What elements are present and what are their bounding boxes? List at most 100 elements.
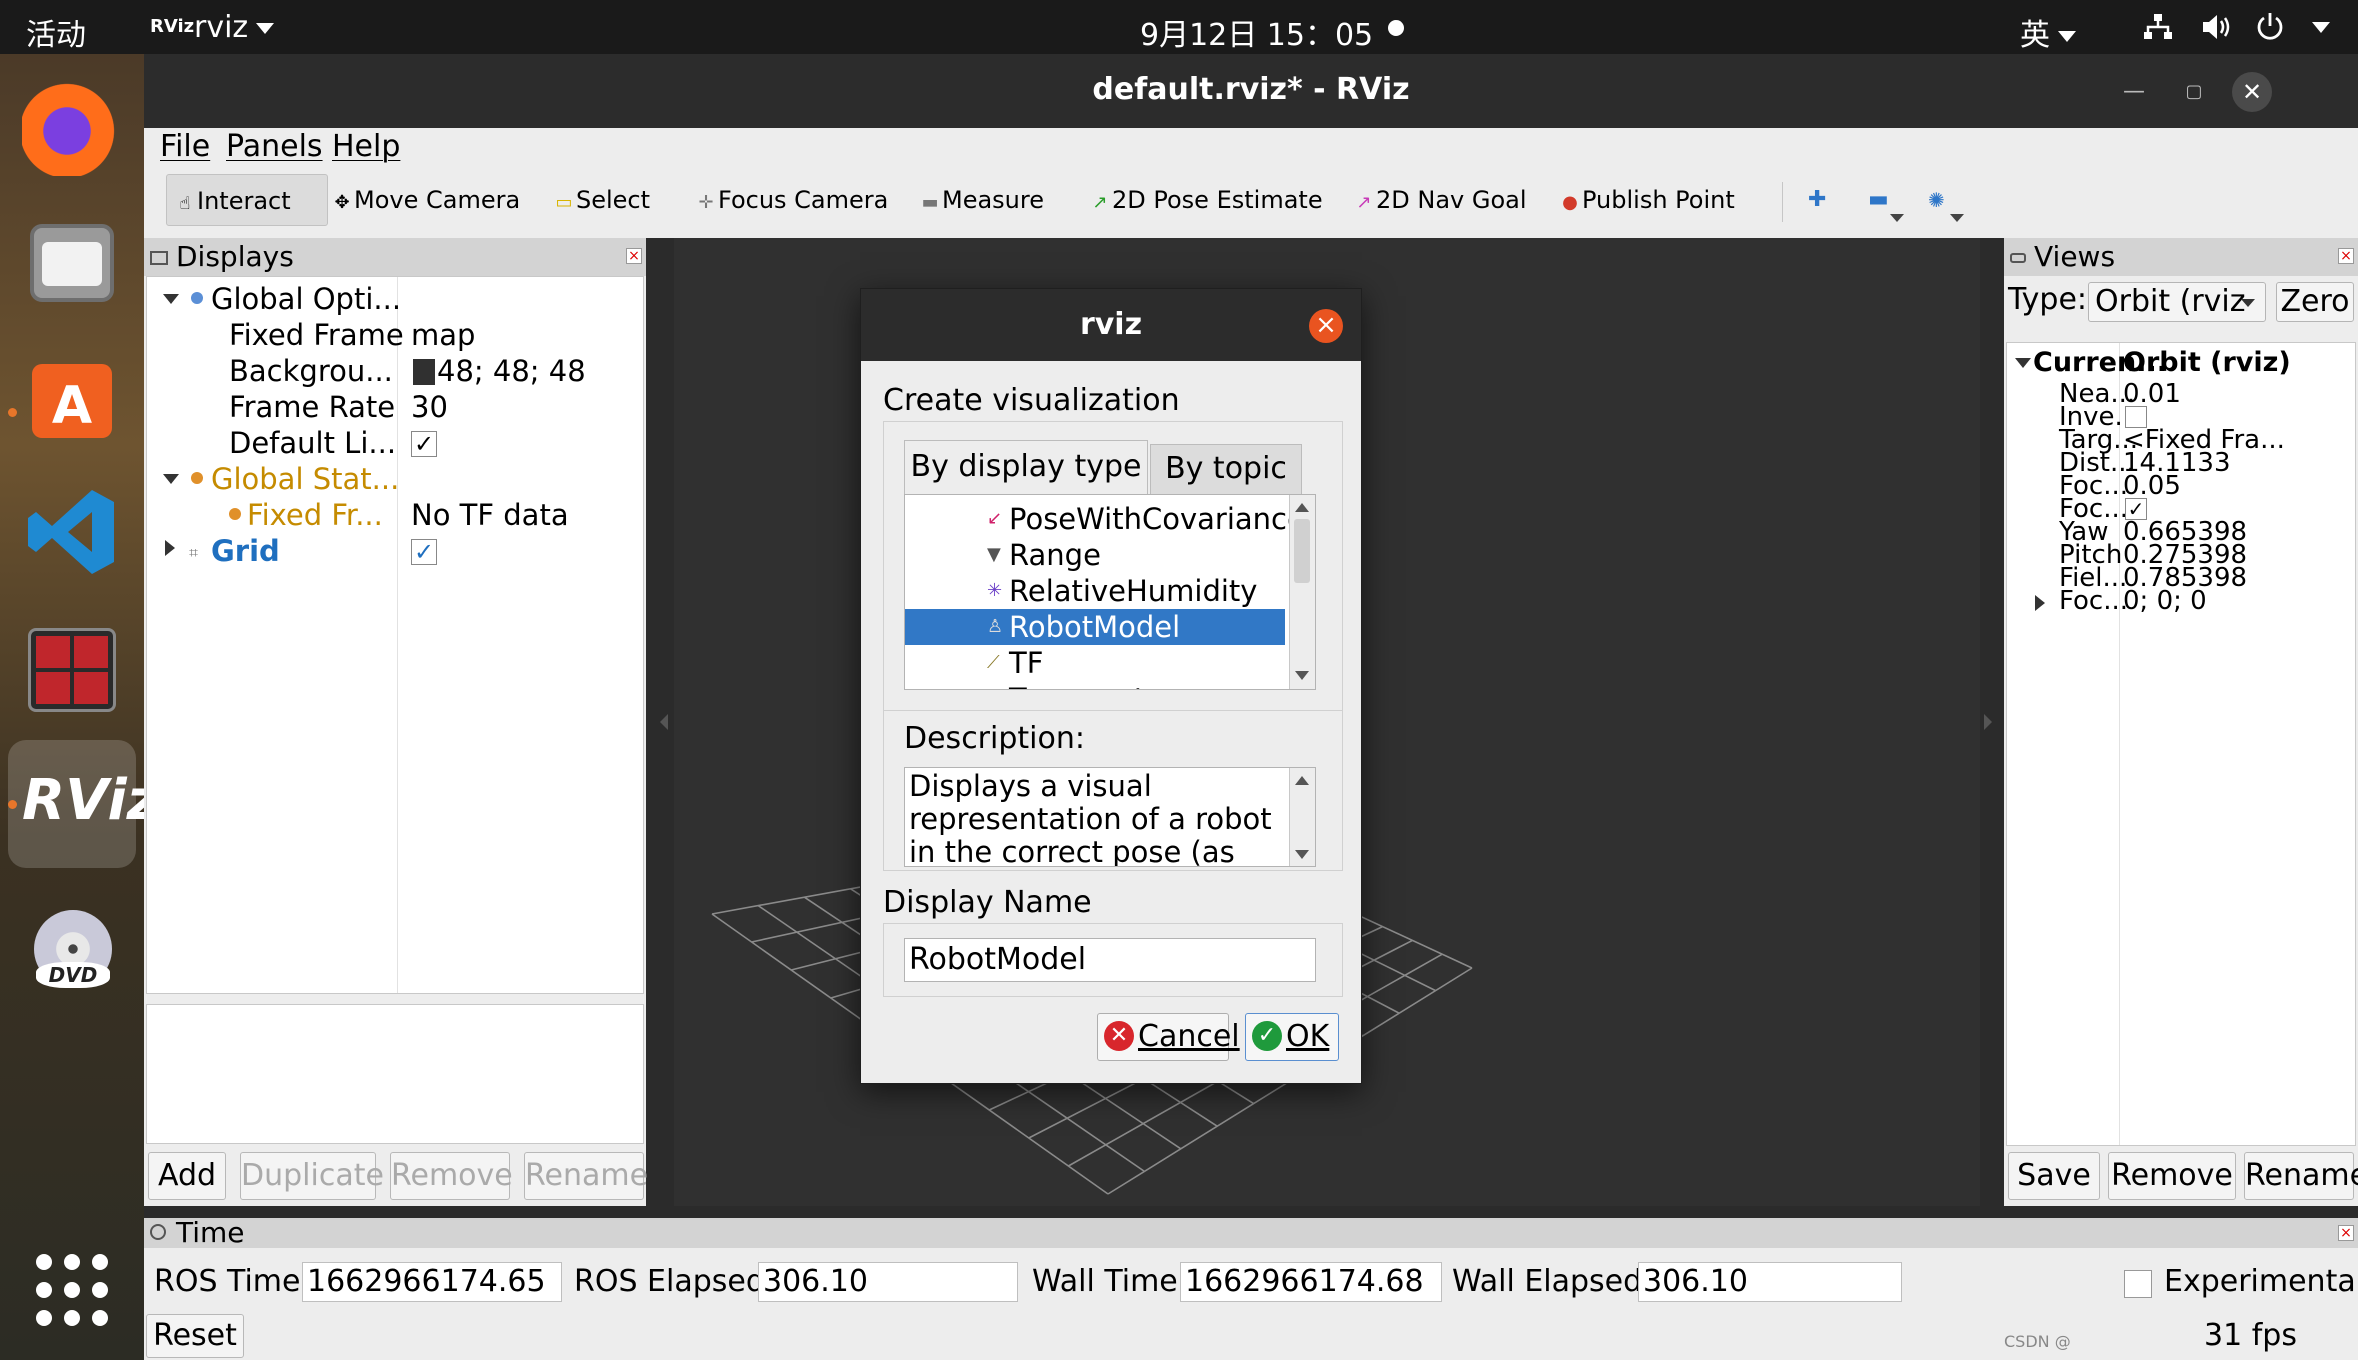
software-center-icon[interactable]: A [22,346,122,446]
remove-view-button[interactable]: Remove [2108,1152,2236,1200]
fixed-frame-value[interactable]: map [411,317,475,353]
power-icon[interactable] [2254,10,2286,42]
duplicate-display-button[interactable]: Duplicate [240,1152,384,1200]
collapse-right-panel-icon[interactable] [1984,714,1992,730]
collapse-arrow-icon[interactable] [165,540,175,556]
interact-tool-button[interactable]: ☝ Interact [166,174,328,226]
display-type-list[interactable]: ↙ PoseWithCovariance ▼ Range ✳ RelativeHumi… [904,494,1316,690]
move-camera-tool-button[interactable]: ✥ Move Camera [324,174,528,226]
dialog-close-button[interactable]: × [1309,309,1343,343]
displays-tree[interactable]: Global Opti... Fixed Frame map Backgrou.… [146,276,644,994]
list-item-robotmodel[interactable]: ♙ RobotModel [905,609,1285,645]
wall-time-field[interactable]: 1662966174.68 [1180,1262,1442,1302]
add-display-button[interactable]: Add [148,1152,226,1200]
scroll-down-icon[interactable] [1295,671,1309,680]
description-text: Displays a visual representation of a ro… [909,769,1272,867]
scroll-up-icon[interactable] [1295,503,1309,512]
files-icon[interactable] [22,214,122,314]
expand-arrow-icon[interactable] [2035,595,2045,611]
wall-elapsed-field[interactable]: 306.10 [1638,1262,1902,1302]
menu-panels[interactable]: Panels [226,129,323,164]
show-apps-icon[interactable] [22,1240,122,1340]
tree-item-global-options[interactable]: Global Opti... [211,281,401,317]
list-item-relativehumidity[interactable]: ✳ RelativeHumidity [905,573,1285,609]
2d-nav-goal-tool-button[interactable]: ↗ 2D Nav Goal [1346,174,1535,226]
list-item-range[interactable]: ▼ Range [905,537,1285,573]
description-scrollbar[interactable] [1289,768,1315,866]
tree-item-global-status[interactable]: Global Stat... [211,461,399,497]
input-method-button[interactable]: 英 [2020,10,2076,54]
focus-camera-tool-button[interactable]: ✛ Focus Camera [688,174,896,226]
color-swatch[interactable] [413,359,435,385]
dialog-titlebar[interactable]: rviz × [861,289,1361,361]
dvd-icon[interactable]: DVD [22,902,122,1002]
rename-display-button[interactable]: Rename [524,1152,648,1200]
ros-time-field[interactable]: 1662966174.65 [302,1262,562,1302]
cancel-button[interactable]: ✕ Cancel [1097,1013,1240,1061]
add-tool-plus-icon[interactable]: ✚ [1800,174,1834,226]
measure-tool-button[interactable]: ▬ Measure [912,174,1052,226]
move-icon: ✥ [334,192,350,213]
publish-point-tool-button[interactable]: ● Publish Point [1552,174,1743,226]
list-item-tf[interactable]: ⟋ TF [905,645,1285,681]
close-panel-icon[interactable]: × [2338,248,2354,264]
ok-button[interactable]: ✓ OK [1245,1013,1339,1061]
tab-by-display-type[interactable]: By display type [904,440,1148,496]
rename-view-button[interactable]: Rename [2244,1152,2358,1200]
window-titlebar[interactable]: default.rviz* - RViz — ▢ ✕ [144,54,2358,128]
select-tool-button[interactable]: ▭ Select [546,174,658,226]
zero-button[interactable]: Zero [2276,282,2354,322]
time-panel-header[interactable]: Time × [144,1218,2358,1248]
scroll-up-icon[interactable] [1295,776,1309,785]
activities-button[interactable]: 活动 [26,10,86,54]
system-menu-chevron-icon[interactable] [2312,22,2330,33]
tool-properties-icon[interactable]: ✺ [1920,174,1953,226]
tree-item-grid[interactable]: Grid [211,533,280,569]
minimize-button[interactable]: — [2114,72,2154,112]
firefox-icon[interactable] [22,76,122,176]
close-window-button[interactable]: ✕ [2232,72,2272,112]
chevron-down-icon[interactable] [1890,214,1904,222]
experimental-checkbox[interactable] [2124,1270,2152,1298]
app-menu-button[interactable]: rviz [194,10,275,45]
close-panel-icon[interactable]: × [2338,1225,2354,1241]
list-scrollbar[interactable] [1289,495,1315,689]
network-icon[interactable] [2142,12,2174,42]
display-name-input[interactable]: RobotModel [904,938,1316,982]
views-panel-header[interactable]: Views × [2004,238,2358,276]
warning-status-icon [191,472,203,484]
expand-arrow-icon[interactable] [2015,358,2031,368]
clock[interactable]: 9月12日 15：05 [1140,10,1373,54]
terminator-icon[interactable] [22,620,122,720]
volume-icon[interactable] [2200,12,2234,42]
collapse-left-panel-icon[interactable] [660,714,668,730]
displays-panel-header[interactable]: Displays × [144,238,646,276]
view-property-value[interactable]: 0; 0; 0 [2123,586,2207,616]
expand-arrow-icon[interactable] [163,474,179,484]
grid-enabled-checkbox[interactable]: ✓ [411,539,437,565]
save-view-button[interactable]: Save [2008,1152,2100,1200]
chevron-down-icon[interactable] [1950,214,1964,222]
close-panel-icon[interactable]: × [626,248,642,264]
rviz-dock-item[interactable]: RViz [8,740,159,868]
view-type-select[interactable]: Orbit (rviz [2088,282,2266,322]
scroll-down-icon[interactable] [1295,850,1309,859]
menu-file[interactable]: File [160,129,210,164]
vscode-icon[interactable] [22,482,122,582]
2d-pose-estimate-tool-button[interactable]: ↗ 2D Pose Estimate [1082,174,1331,226]
description-box[interactable]: Displays a visual representation of a ro… [904,767,1316,867]
maximize-button[interactable]: ▢ [2174,72,2214,112]
reset-button[interactable]: Reset [146,1314,244,1358]
menu-help[interactable]: Help [332,129,400,164]
list-item-posewithcovariance[interactable]: ↙ PoseWithCovariance [905,501,1305,537]
background-value[interactable]: 48; 48; 48 [437,353,586,389]
tab-by-topic[interactable]: By topic [1150,444,1302,494]
remove-display-button[interactable]: Remove [390,1152,513,1200]
list-item-temperature[interactable]: ǂTemperature [905,681,1285,689]
ros-elapsed-field[interactable]: 306.10 [758,1262,1018,1302]
frame-rate-value[interactable]: 30 [411,389,448,425]
default-light-checkbox[interactable]: ✓ [411,431,437,457]
view-properties-tree[interactable]: Curren... Orbit (rviz) Nea... 0.01 Inve...… [2006,342,2356,1146]
expand-arrow-icon[interactable] [163,294,179,304]
scroll-thumb[interactable] [1294,519,1310,583]
